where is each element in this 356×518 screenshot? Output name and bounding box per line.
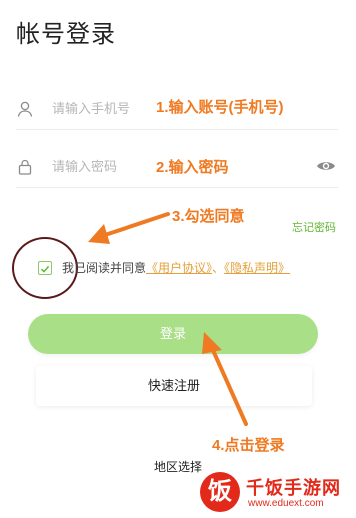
eye-icon[interactable] bbox=[316, 158, 336, 174]
agree-checkbox[interactable] bbox=[38, 261, 52, 275]
page-title: 帐号登录 bbox=[16, 21, 116, 48]
annotation-click-login: 4.点击登录 bbox=[212, 437, 285, 454]
login-page: 帐号登录 1.输入账号(手机号) 2.输入 bbox=[0, 0, 356, 518]
privacy-policy-link[interactable]: 《隐私声明》 bbox=[224, 261, 290, 275]
agreement-prefix: 我已阅读并同意 bbox=[62, 261, 147, 275]
login-button[interactable]: 登录 bbox=[28, 314, 318, 354]
agreement-separator: 、 bbox=[212, 261, 225, 275]
check-icon bbox=[40, 265, 50, 273]
lock-icon bbox=[16, 158, 34, 176]
quick-register-button[interactable]: 快速注册 bbox=[36, 366, 312, 406]
annotation-input-account: 1.输入账号(手机号) bbox=[156, 99, 284, 116]
logo-mark: 饭 bbox=[200, 472, 240, 512]
agreement-text: 我已阅读并同意《用户协议》、《隐私声明》 bbox=[62, 258, 332, 278]
watermark-logo: 饭 千饭手游网 www.eduext.com bbox=[196, 470, 352, 516]
password-divider bbox=[16, 187, 338, 188]
annotation-check-agree: 3.勾选同意 bbox=[172, 208, 245, 225]
logo-name: 千饭手游网 bbox=[246, 478, 341, 498]
user-agreement-link[interactable]: 《用户协议》 bbox=[146, 261, 212, 275]
account-divider bbox=[16, 129, 338, 130]
user-icon bbox=[16, 100, 34, 118]
forgot-password-link[interactable]: 忘记密码 bbox=[292, 219, 336, 235]
annotation-input-password: 2.输入密码 bbox=[156, 159, 229, 176]
logo-url: www.eduext.com bbox=[248, 498, 324, 509]
arrow-to-checkbox bbox=[88, 212, 170, 244]
